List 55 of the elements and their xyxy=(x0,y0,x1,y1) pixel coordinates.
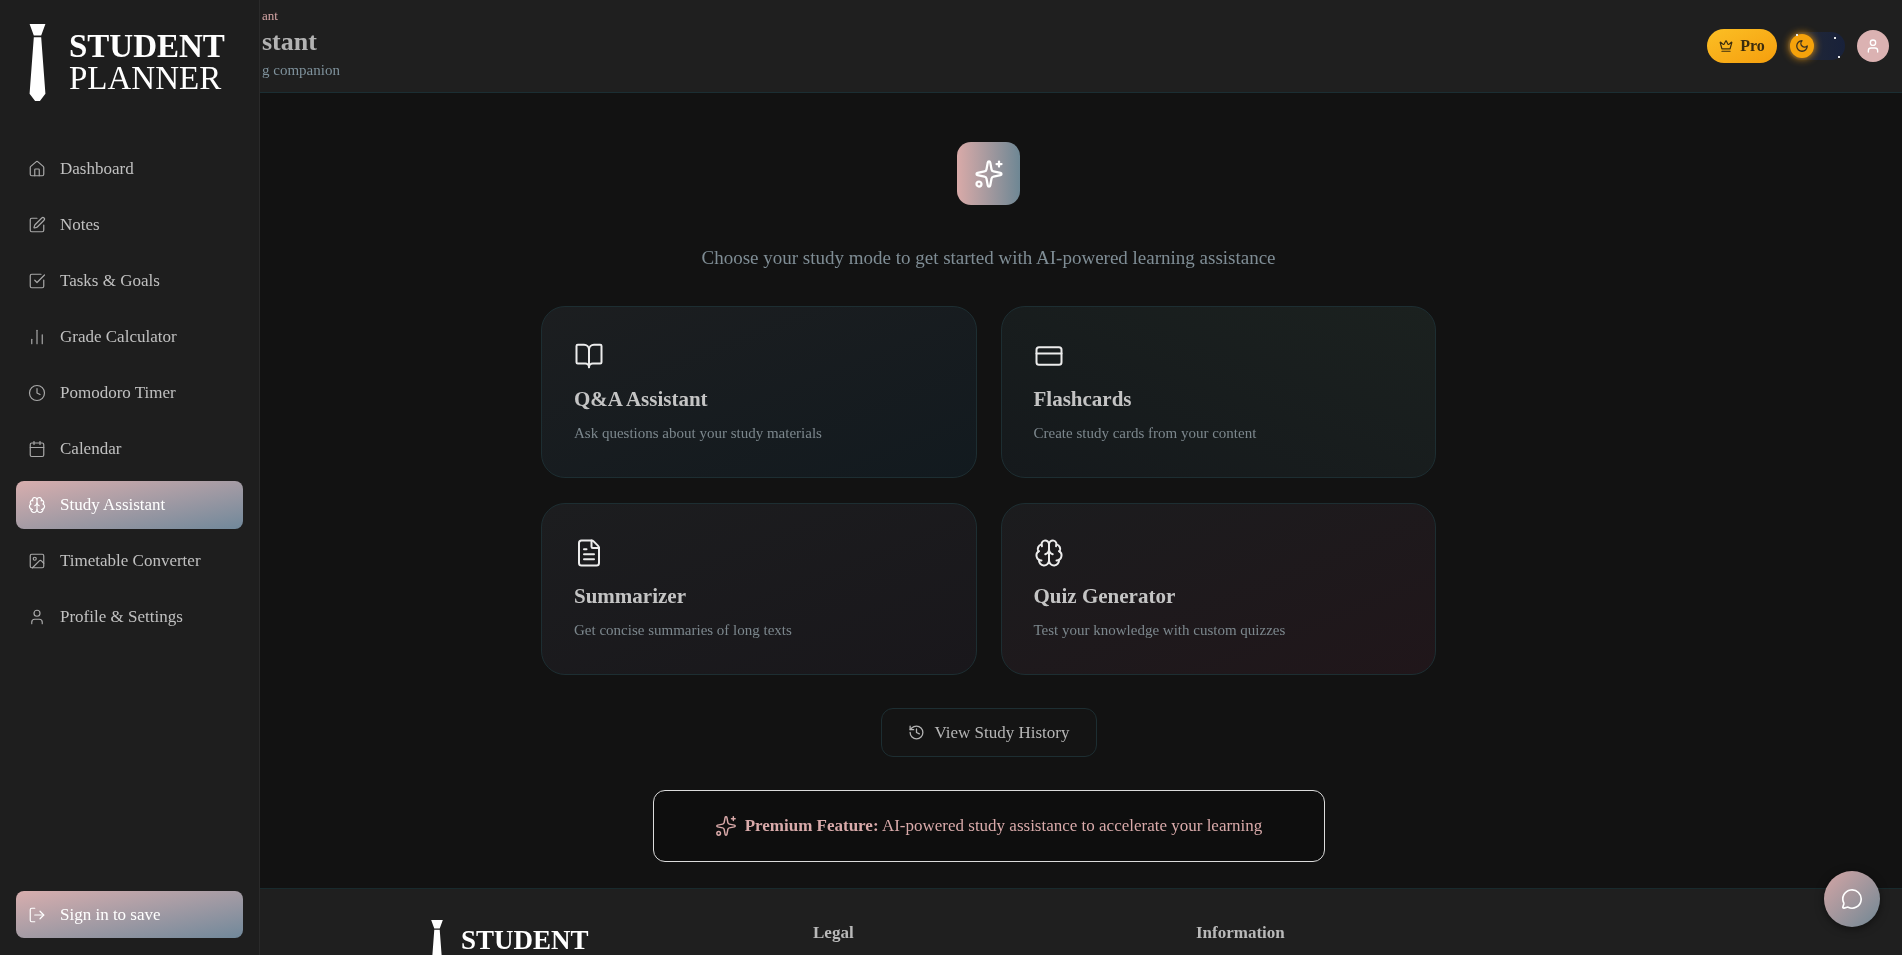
logout-icon xyxy=(28,905,46,924)
clock-icon xyxy=(28,384,46,402)
nav-item[interactable]: Calendar xyxy=(16,425,243,473)
card-title: Q&A Assistant xyxy=(574,386,708,413)
intro-text: Choose your study mode to get started with AI-powered learning assistance xyxy=(701,246,1276,270)
sparkle-icon xyxy=(957,142,1020,205)
calendar-icon xyxy=(28,440,46,458)
user-icon xyxy=(1865,38,1881,54)
history-button[interactable]: View Study History xyxy=(880,708,1097,757)
house-icon xyxy=(28,160,46,178)
logo-text: PLANNER xyxy=(69,62,223,94)
breadcrumb-text[interactable]: ant xyxy=(262,8,340,24)
card-description: Test your knowledge with custom quizzes xyxy=(1033,621,1286,640)
card-description: Create study cards from your content xyxy=(1033,424,1257,443)
nav-item[interactable]: Dashboard xyxy=(16,145,243,193)
card-description: Ask questions about your study materials xyxy=(574,424,822,443)
nav-item[interactable]: Timetable Converter xyxy=(16,537,243,585)
tie-icon xyxy=(28,24,47,101)
nav-item[interactable]: Profile & Settings xyxy=(16,593,243,641)
open-book-icon xyxy=(574,341,604,371)
card-description: Get concise summaries of long texts xyxy=(574,621,792,640)
mode-card[interactable]: Summarizer Get concise summaries of long texts xyxy=(541,503,977,675)
footer-heading: Legal xyxy=(813,922,855,944)
theme-toggle[interactable] xyxy=(1788,32,1845,60)
logo-text: STUDENT xyxy=(69,30,225,62)
user-icon xyxy=(28,608,46,626)
mode-card[interactable]: Flashcards Create study cards from your content xyxy=(1000,306,1436,478)
moon-icon xyxy=(1790,34,1814,58)
footer-heading: Information xyxy=(1196,922,1285,944)
pen-square-icon xyxy=(28,216,46,234)
brain-icon xyxy=(1033,538,1064,568)
pro-button[interactable]: Pro xyxy=(1707,29,1777,63)
card-title: Quiz Generator xyxy=(1033,583,1176,610)
banner-text: Premium Feature: AI-powered study assistance to accelerate your learning xyxy=(744,815,1263,837)
check-square-icon xyxy=(28,272,46,290)
crown-icon xyxy=(1719,39,1734,53)
profile-button[interactable] xyxy=(1857,30,1889,62)
nav-item[interactable]: Pomodoro Timer xyxy=(16,369,243,417)
bar-chart-icon xyxy=(28,328,46,346)
tie-icon xyxy=(430,920,444,955)
card-title: Flashcards xyxy=(1033,386,1132,413)
sparkle-icon xyxy=(714,815,737,837)
history-icon xyxy=(907,724,925,741)
mode-card[interactable]: Quiz Generator Test your knowledge with custom quizzes xyxy=(1000,503,1436,675)
image-icon xyxy=(28,552,46,570)
page-title: stant xyxy=(262,26,318,58)
mode-card[interactable]: Q&A Assistant Ask questions about your study materials xyxy=(541,306,977,478)
footer-logo-text: STUDENT xyxy=(461,926,589,954)
page-subtitle: g companion xyxy=(262,61,340,80)
card-title: Summarizer xyxy=(574,583,686,610)
chat-bubble-icon xyxy=(1841,888,1863,910)
brain-icon xyxy=(28,496,46,514)
nav-item[interactable]: Tasks & Goals xyxy=(16,257,243,305)
nav-item[interactable]: Grade Calculator xyxy=(16,313,243,361)
nav-item[interactable]: Notes xyxy=(16,201,243,249)
